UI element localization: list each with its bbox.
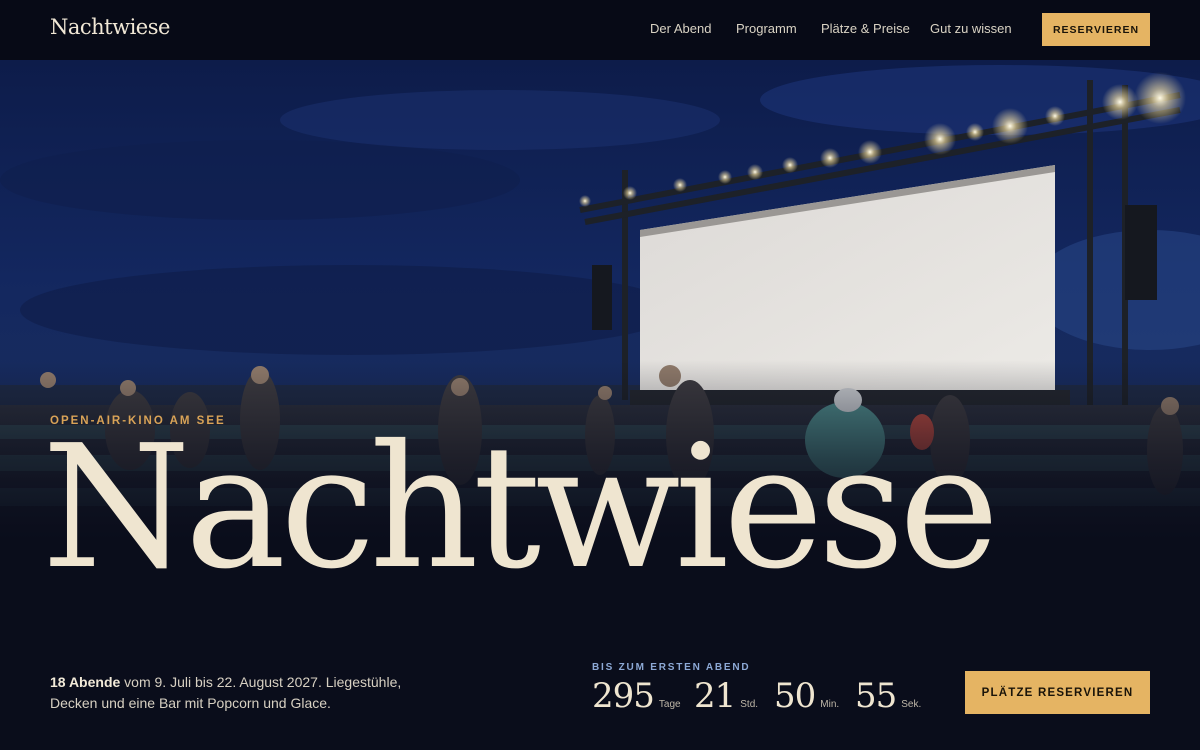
intro-text: 18 Abende vom 9. Juli bis 22. August 202…: [50, 672, 410, 714]
intro-highlight: 18 Abende: [50, 674, 121, 690]
countdown-hours-value: 21: [694, 676, 736, 716]
nav-programm[interactable]: Programm: [736, 21, 797, 36]
countdown-seconds: 55 Sek.: [855, 676, 921, 716]
countdown-minutes-value: 50: [774, 676, 816, 716]
countdown-days-value: 295: [592, 676, 655, 716]
countdown-hours-unit: Std.: [740, 699, 759, 710]
nav-plaetze-preise[interactable]: Plätze & Preise: [821, 21, 910, 36]
nav-der-abend[interactable]: Der Abend: [650, 21, 711, 36]
hero-title: Nachtwiese: [42, 409, 999, 607]
countdown-seconds-value: 55: [855, 676, 897, 716]
countdown-days: 295 Tage: [592, 676, 681, 716]
countdown-label: BIS ZUM ERSTEN ABEND: [592, 662, 751, 673]
countdown-minutes: 50 Min.: [774, 676, 839, 716]
reserve-seats-button[interactable]: PLÄTZE RESERVIEREN: [965, 671, 1150, 714]
site-header: Nachtwiese Der Abend Programm Plätze & P…: [0, 0, 1200, 60]
site-logo[interactable]: Nachtwiese: [50, 15, 170, 39]
countdown-seconds-unit: Sek.: [901, 699, 922, 710]
nav-gut-zu-wissen[interactable]: Gut zu wissen: [930, 21, 1012, 36]
countdown-hours: 21 Std.: [694, 676, 758, 716]
countdown-days-unit: Tage: [658, 699, 681, 710]
reserve-button[interactable]: RESERVIEREN: [1042, 13, 1150, 46]
countdown-minutes-unit: Min.: [820, 699, 840, 710]
